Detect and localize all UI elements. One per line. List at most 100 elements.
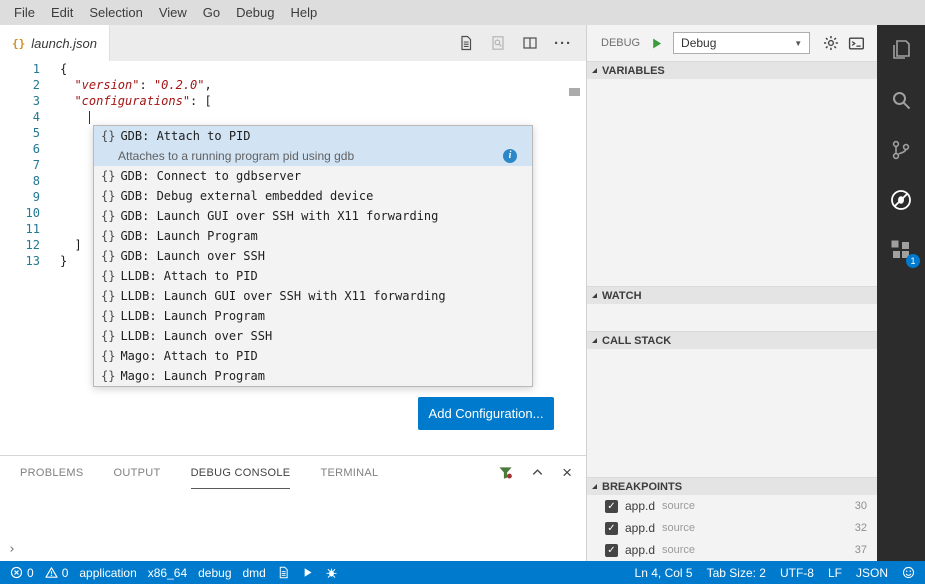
code-editor[interactable]: 1{2 "version": "0.2.0",3 "configurations… — [0, 61, 586, 455]
activity-files[interactable] — [877, 25, 925, 75]
status-x86-64[interactable]: x86_64 — [148, 566, 187, 580]
suggest-item-label: Mago: Launch Program — [120, 368, 265, 384]
suggest-item[interactable]: {}GDB: Connect to gdbserver — [94, 166, 532, 186]
menu-file[interactable]: File — [6, 0, 43, 25]
status-application[interactable]: application — [79, 566, 136, 580]
menu-view[interactable]: View — [151, 0, 195, 25]
status-text: UTF-8 — [780, 566, 814, 580]
run-icon — [301, 566, 314, 579]
suggest-item-label: GDB: Attach to PID — [120, 128, 250, 144]
tab-launch-json[interactable]: {} launch.json — [0, 25, 110, 61]
snippet-icon: {} — [101, 268, 115, 284]
feedback-smiley[interactable] — [902, 566, 915, 579]
status-debug[interactable]: debug — [198, 566, 231, 580]
line-content[interactable]: "version": "0.2.0", — [60, 77, 212, 93]
split-editor-icon[interactable] — [522, 35, 538, 51]
toggle-debug-console-button[interactable] — [848, 35, 865, 52]
editor-line: 4 — [0, 109, 586, 125]
suggest-item-label: GDB: Debug external embedded device — [120, 188, 373, 204]
status-warnings[interactable]: 0 — [45, 566, 69, 580]
start-debugging-button[interactable] — [649, 36, 664, 51]
status-tab-size-2[interactable]: Tab Size: 2 — [707, 566, 766, 580]
panel-tab-debug-console[interactable]: DEBUG CONSOLE — [191, 456, 291, 489]
suggest-item[interactable]: {}Mago: Attach to PID — [94, 346, 532, 366]
suggest-item[interactable]: {}LLDB: Attach to PID — [94, 266, 532, 286]
panel-tab-problems[interactable]: PROBLEMS — [20, 456, 84, 489]
menu-edit[interactable]: Edit — [43, 0, 81, 25]
breakpoint-item[interactable]: ✓app.dsource30 — [587, 495, 877, 517]
suggest-item[interactable]: {}GDB: Launch over SSH — [94, 246, 532, 266]
debug-console-prompt[interactable]: › — [8, 542, 16, 557]
debug-filter-icon[interactable] — [498, 465, 513, 480]
status-lf[interactable]: LF — [828, 566, 842, 580]
search-icon — [889, 88, 913, 112]
status-errors[interactable]: 0 — [10, 566, 34, 580]
activity-bar: 1 — [877, 25, 925, 561]
line-number: 1 — [0, 61, 40, 77]
status-bug-button[interactable] — [325, 566, 338, 579]
close-panel-icon[interactable]: × — [562, 464, 572, 481]
breakpoint-item[interactable]: ✓app.dsource37 — [587, 539, 877, 561]
menu-selection[interactable]: Selection — [81, 0, 150, 25]
bottom-panel: PROBLEMS OUTPUT DEBUG CONSOLE TERMINAL × › — [0, 455, 586, 561]
panel-tab-bar: PROBLEMS OUTPUT DEBUG CONSOLE TERMINAL × — [0, 456, 586, 489]
suggest-item[interactable]: {}GDB: Debug external embedded device — [94, 186, 532, 206]
editor-line: 3 "configurations": [ — [0, 93, 586, 109]
suggest-item[interactable]: {}GDB: Launch Program — [94, 226, 532, 246]
suggest-item[interactable]: {}Mago: Launch Program — [94, 366, 532, 386]
section-call-stack[interactable]: CALL STACK — [587, 331, 877, 349]
line-content[interactable] — [60, 109, 90, 125]
activity-source-control[interactable] — [877, 125, 925, 175]
line-content[interactable]: { — [60, 61, 67, 77]
status-text: LF — [828, 566, 842, 580]
breakpoint-item[interactable]: ✓app.dsource32 — [587, 517, 877, 539]
status-ln-4-col-5[interactable]: Ln 4, Col 5 — [635, 566, 693, 580]
breakpoint-line: 32 — [855, 522, 867, 534]
section-breakpoints[interactable]: BREAKPOINTS — [587, 477, 877, 495]
suggest-item[interactable]: {}LLDB: Launch Program — [94, 306, 532, 326]
configure-gear-button[interactable] — [823, 35, 839, 51]
status-utf-8[interactable]: UTF-8 — [780, 566, 814, 580]
open-file-icon[interactable] — [458, 35, 474, 51]
activity-search[interactable] — [877, 75, 925, 125]
menu-go[interactable]: Go — [195, 0, 228, 25]
suggest-item[interactable]: {}LLDB: Launch over SSH — [94, 326, 532, 346]
status-run-button[interactable] — [301, 566, 314, 579]
panel-tab-output[interactable]: OUTPUT — [114, 456, 161, 489]
debug-console-output[interactable]: › — [0, 489, 586, 561]
section-variables[interactable]: VARIABLES — [587, 61, 877, 79]
breakpoint-kind: source — [662, 500, 695, 512]
line-number: 7 — [0, 157, 40, 173]
suggest-item[interactable]: {}GDB: Attach to PID — [94, 126, 532, 146]
breakpoint-checkbox[interactable]: ✓ — [605, 544, 618, 557]
status-json[interactable]: JSON — [856, 566, 888, 580]
line-content[interactable]: "configurations": [ — [60, 93, 212, 109]
section-watch[interactable]: WATCH — [587, 286, 877, 304]
add-configuration-button[interactable]: Add Configuration... — [418, 397, 554, 430]
status-dmd[interactable]: dmd — [243, 566, 266, 580]
section-label: CALL STACK — [602, 335, 671, 347]
breakpoint-checkbox[interactable]: ✓ — [605, 522, 618, 535]
json-file-icon: {} — [12, 37, 25, 50]
more-actions-icon[interactable]: ··· — [554, 35, 572, 52]
info-icon[interactable]: i — [503, 149, 517, 163]
debug-panel-title: DEBUG — [601, 37, 640, 49]
suggest-item-label: GDB: Connect to gdbserver — [120, 168, 301, 184]
debug-config-dropdown[interactable]: Debug ▼ — [673, 32, 810, 54]
suggest-item[interactable]: {}LLDB: Launch GUI over SSH with X11 for… — [94, 286, 532, 306]
panel-tab-terminal[interactable]: TERMINAL — [320, 456, 378, 489]
breakpoint-checkbox[interactable]: ✓ — [605, 500, 618, 513]
preview-icon[interactable] — [490, 35, 506, 51]
line-content[interactable]: ] — [60, 237, 82, 253]
status-text: debug — [198, 566, 231, 580]
line-content[interactable]: } — [60, 253, 67, 269]
maximize-panel-icon[interactable] — [530, 465, 545, 480]
status-file-button[interactable] — [277, 566, 290, 579]
menu-help[interactable]: Help — [282, 0, 325, 25]
menu-debug[interactable]: Debug — [228, 0, 282, 25]
status-text: JSON — [856, 566, 888, 580]
activity-extensions[interactable]: 1 — [877, 225, 925, 275]
status-text: x86_64 — [148, 566, 187, 580]
activity-debug[interactable] — [877, 175, 925, 225]
suggest-item[interactable]: {}GDB: Launch GUI over SSH with X11 forw… — [94, 206, 532, 226]
